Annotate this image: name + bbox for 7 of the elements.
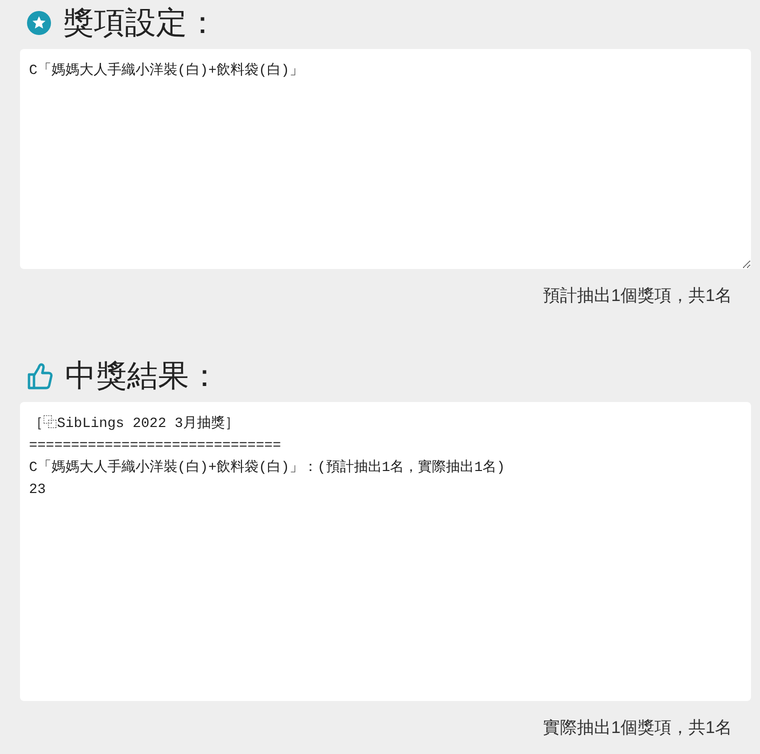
summary-text: 實際抽出1個獎項，共1名 [543, 717, 732, 739]
section-title: 中獎結果： [65, 357, 220, 395]
section-title: 獎項設定： [63, 4, 218, 42]
summary-text: 預計抽出1個獎項，共1名 [543, 285, 732, 307]
thumbs-up-icon [27, 362, 53, 390]
prize-settings-field[interactable]: C「媽媽大人手織小洋裝(白)+飲料袋(白)」 [20, 49, 751, 269]
draw-results-field[interactable]: ［⿻SibLings 2022 3月抽獎］ ============================== C「媽媽大人手織小洋裝(白)+飲料袋(白)」：(預計抽出1名，實際抽出1名) 23 [20, 402, 751, 701]
